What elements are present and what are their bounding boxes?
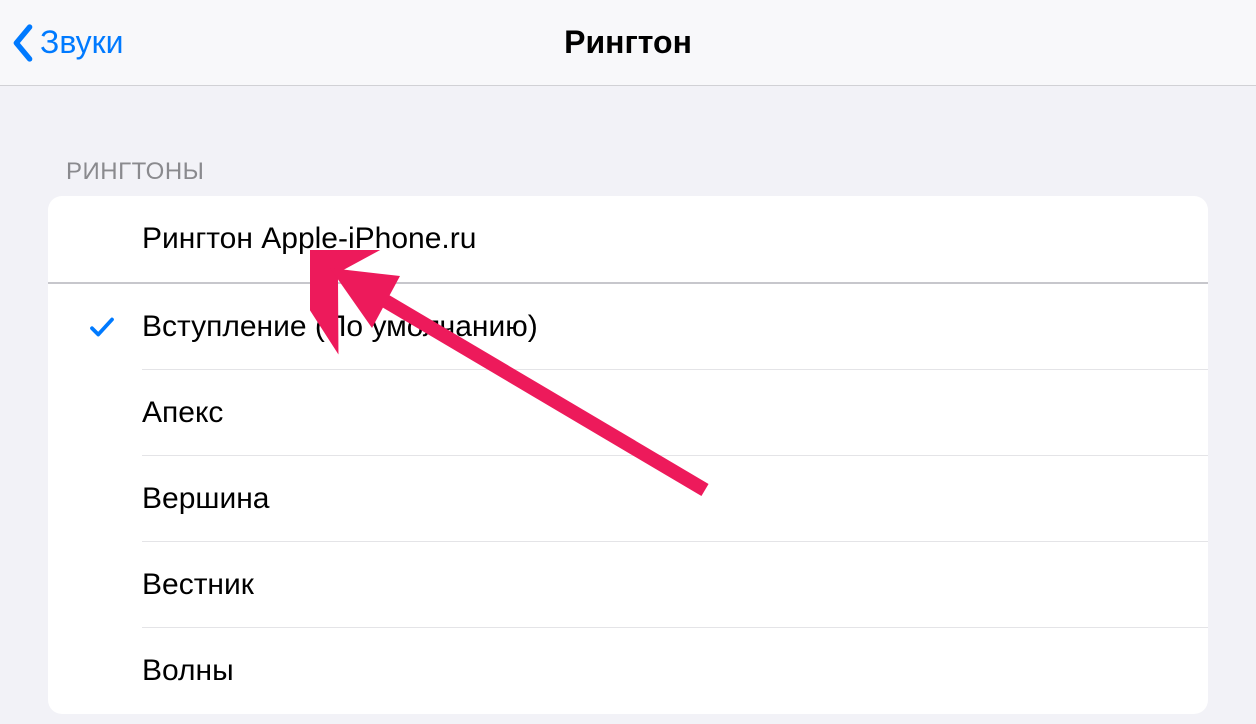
ringtone-row[interactable]: Вестник [48, 542, 1208, 628]
back-button[interactable]: Звуки [10, 0, 124, 85]
ringtone-label: Рингтон Apple-iPhone.ru [142, 196, 1208, 282]
custom-ringtones-group: Рингтон Apple-iPhone.ru [48, 196, 1208, 284]
ringtone-row-custom[interactable]: Рингтон Apple-iPhone.ru [48, 196, 1208, 282]
chevron-left-icon [10, 23, 36, 63]
ringtone-label: Апекс [142, 370, 1208, 456]
ringtone-row[interactable]: Волны [48, 628, 1208, 714]
ringtone-row[interactable]: Апекс [48, 370, 1208, 456]
section-header: РИНГТОНЫ [0, 86, 1256, 196]
ringtone-row[interactable]: Вершина [48, 456, 1208, 542]
back-label: Звуки [40, 24, 124, 61]
checkmark-icon [87, 312, 117, 342]
ringtone-label: Вступление (По умолчанию) [142, 284, 1208, 370]
ringtone-label: Вестник [142, 542, 1208, 628]
ringtone-list: Рингтон Apple-iPhone.ru Вступление (По у… [48, 196, 1208, 714]
ringtone-row-default[interactable]: Вступление (По умолчанию) [48, 284, 1208, 370]
selection-indicator [62, 312, 142, 342]
page-title: Рингтон [0, 24, 1256, 61]
ringtone-label: Вершина [142, 456, 1208, 542]
nav-header: Звуки Рингтон [0, 0, 1256, 86]
ringtone-label: Волны [142, 628, 1208, 714]
